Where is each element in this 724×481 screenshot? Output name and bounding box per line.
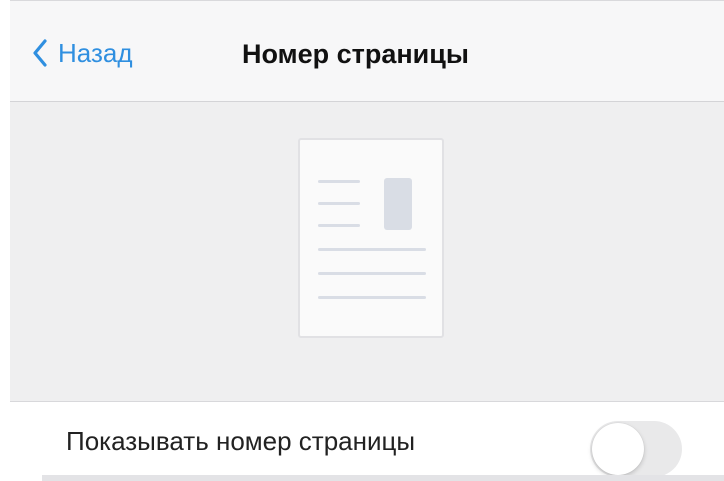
back-button[interactable]: Назад: [32, 31, 133, 75]
page-number-screen: Назад Номер страницы Показывать номер ст…: [0, 0, 724, 481]
image-placeholder-icon: [384, 178, 412, 230]
show-page-number-row: Показывать номер страницы: [10, 402, 724, 481]
page-layout-icon: [298, 138, 444, 338]
page-title: Номер страницы: [242, 39, 469, 69]
chevron-left-icon: [33, 39, 47, 67]
row-divider: [42, 475, 724, 481]
show-page-number-toggle[interactable]: [590, 421, 682, 477]
back-button-label: Назад: [58, 37, 133, 68]
page-preview-area: [10, 102, 724, 402]
navigation-bar: Назад Номер страницы: [10, 0, 724, 102]
toggle-knob: [592, 423, 644, 475]
show-page-number-label: Показывать номер страницы: [66, 426, 416, 456]
